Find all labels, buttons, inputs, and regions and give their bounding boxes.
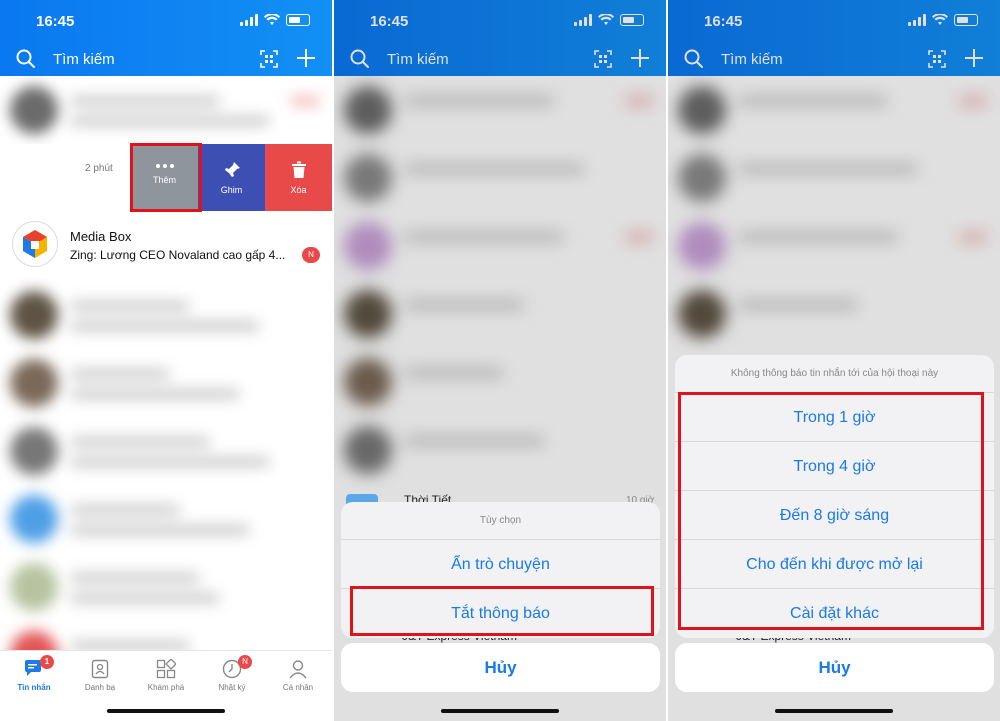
- top-bar: 16:45 Tìm kiếm: [668, 0, 1000, 76]
- battery-icon: [620, 14, 644, 26]
- panel-options-sheet: 16:45 Tìm kiếm Thời Tiết 10 giờ J&T Expr…: [334, 0, 666, 721]
- search-icon[interactable]: [350, 49, 370, 69]
- nav-messages[interactable]: 1 Tin nhắn: [4, 655, 64, 692]
- duration-options-highlight-box: [678, 392, 984, 630]
- search-icon[interactable]: [16, 49, 36, 69]
- signal-icon: [574, 14, 592, 26]
- nav-discover-label: Khám phá: [147, 683, 185, 692]
- search-placeholder[interactable]: Tìm kiếm: [721, 51, 783, 68]
- media-box-avatar: [12, 221, 58, 267]
- home-indicator: [775, 709, 893, 713]
- top-bar: 16:45 Tìm kiếm: [334, 0, 666, 76]
- conversation-row-media-box[interactable]: Media Box Zing: Lương CEO Novaland cao g…: [0, 212, 332, 278]
- more-highlight-box: [130, 143, 202, 212]
- new-badge: N: [302, 247, 320, 263]
- status-time: 16:45: [370, 13, 409, 30]
- signal-icon: [908, 14, 926, 26]
- cancel-button[interactable]: Hủy: [675, 643, 994, 692]
- battery-icon: [286, 14, 310, 26]
- search-bar[interactable]: Tìm kiếm: [668, 44, 1000, 74]
- wifi-icon: [932, 14, 948, 25]
- sheet-title: Không thông báo tin nhắn tới của hội tho…: [675, 355, 994, 393]
- nav-timeline[interactable]: N Nhật ký: [202, 655, 262, 692]
- status-time: 16:45: [704, 13, 743, 30]
- nav-timeline-label: Nhật ký: [218, 683, 246, 692]
- panel-mute-duration-sheet: 16:45 Tìm kiếm J&T Express Vietnam Không…: [668, 0, 1000, 721]
- battery-icon: [954, 14, 978, 26]
- media-box-logo-icon: [23, 230, 47, 258]
- status-icons: [574, 14, 644, 26]
- delete-button[interactable]: Xóa: [265, 144, 332, 211]
- plus-icon[interactable]: [964, 48, 984, 68]
- qr-scan-icon[interactable]: [594, 50, 612, 68]
- wifi-icon: [264, 14, 280, 25]
- mute-highlight-box: [350, 586, 654, 636]
- conversation-time: 2 phút: [85, 163, 113, 174]
- search-bar[interactable]: Tìm kiếm: [0, 44, 332, 74]
- messages-badge: 1: [40, 655, 54, 669]
- nav-profile[interactable]: Cá nhân: [268, 659, 328, 692]
- search-bar[interactable]: Tìm kiếm: [334, 44, 666, 74]
- top-bar: 16:45 Tìm kiếm: [0, 0, 332, 76]
- discover-grid-icon: [156, 659, 176, 679]
- pin-icon: [224, 162, 240, 177]
- nav-discover[interactable]: Khám phá: [136, 659, 196, 692]
- search-placeholder[interactable]: Tìm kiếm: [53, 51, 115, 68]
- search-placeholder[interactable]: Tìm kiếm: [387, 51, 449, 68]
- plus-icon[interactable]: [630, 48, 650, 68]
- delete-label: Xóa: [290, 185, 307, 195]
- pin-label: Ghim: [220, 185, 243, 195]
- nav-messages-label: Tin nhắn: [17, 683, 51, 692]
- status-time: 16:45: [36, 13, 75, 30]
- status-icons: [240, 14, 310, 26]
- search-icon[interactable]: [684, 49, 704, 69]
- sheet-title: Tùy chọn: [341, 502, 660, 540]
- qr-scan-icon[interactable]: [928, 50, 946, 68]
- qr-scan-icon[interactable]: [260, 50, 278, 68]
- plus-icon[interactable]: [296, 48, 316, 68]
- conversation-preview: Zing: Lương CEO Novaland cao gấp 4...: [70, 248, 286, 262]
- conversation-name: Media Box: [70, 229, 132, 244]
- trash-icon: [291, 161, 306, 178]
- signal-icon: [240, 14, 258, 26]
- person-icon: [289, 660, 307, 679]
- contacts-icon: [91, 659, 109, 679]
- status-icons: [908, 14, 978, 26]
- home-indicator: [441, 709, 559, 713]
- pin-button[interactable]: Ghim: [198, 144, 265, 211]
- nav-profile-label: Cá nhân: [282, 683, 314, 692]
- hide-chat-option[interactable]: Ẩn trò chuyện: [341, 540, 660, 589]
- wifi-icon: [598, 14, 614, 25]
- panel-swipe-actions: 16:45 Tìm kiếm 2 phút Thêm Ghim Xóa Medi…: [0, 0, 332, 721]
- nav-contacts-label: Danh bạ: [84, 683, 116, 692]
- cancel-button[interactable]: Hủy: [341, 643, 660, 692]
- nav-contacts[interactable]: Danh bạ: [70, 659, 130, 692]
- timeline-badge: N: [238, 655, 252, 669]
- home-indicator: [107, 709, 225, 713]
